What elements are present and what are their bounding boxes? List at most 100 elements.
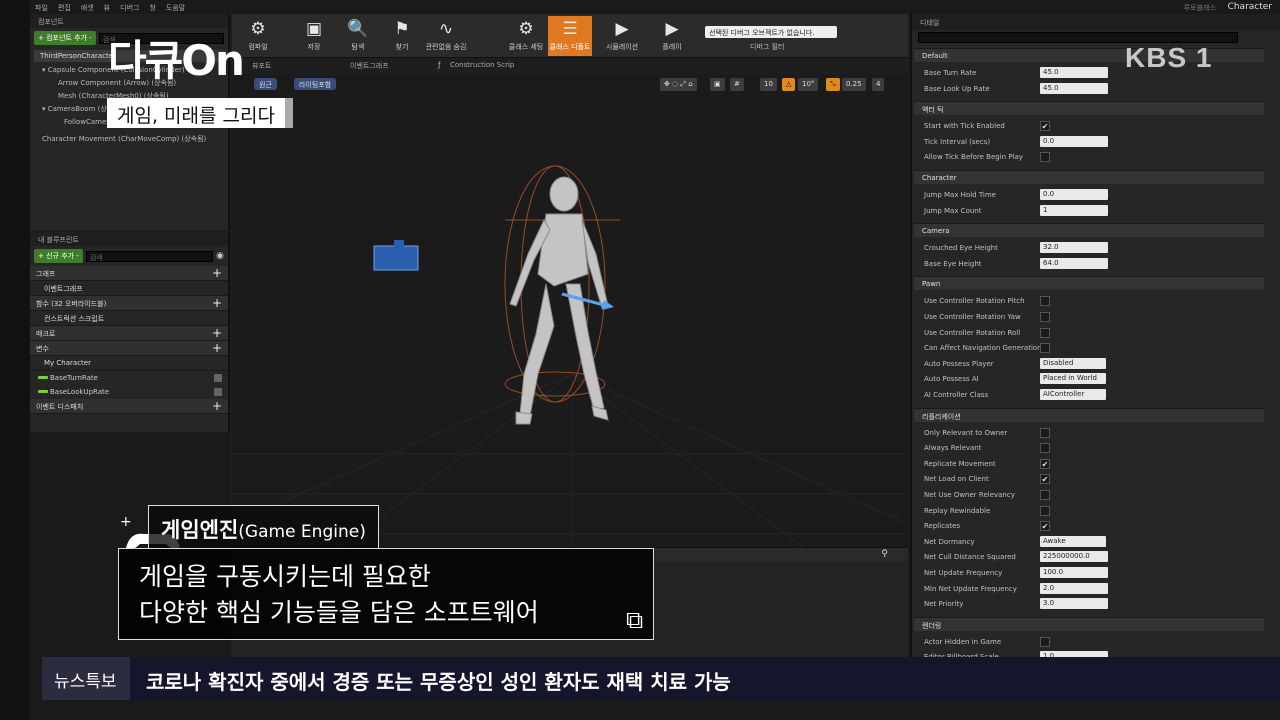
property-value[interactable]: 45.0 [1040, 82, 1108, 94]
eye-icon[interactable]: ◉ [216, 251, 224, 261]
details-category[interactable]: 액터 틱 [914, 101, 1264, 116]
property-value[interactable]: 64.0 [1040, 257, 1108, 269]
tab-event-graph[interactable]: 이벤트그래프 [350, 61, 389, 71]
blueprint-section[interactable]: 함수 (32 오버라이드블) + [30, 296, 228, 311]
property-value[interactable]: 45.0 [1040, 67, 1108, 78]
add-new-button[interactable]: + 신규 추가 - [34, 249, 83, 263]
property-checkbox[interactable]: ✔ [1040, 474, 1050, 485]
menu-item[interactable]: 뷰 [99, 0, 115, 13]
toolbar-button[interactable]: ▣ 저장 [292, 16, 336, 56]
toolbar-button[interactable]: ▶ 플레이 [650, 16, 694, 56]
debug-object-dropdown[interactable]: 선택된 디버그 오브젝트가 없습니다. [705, 26, 837, 38]
details-category[interactable]: 리플리케이션 [914, 407, 1264, 422]
toolbar-button[interactable]: 🔍 탐색 [336, 16, 380, 56]
component-item[interactable]: Character Movement (CharMoveComp) (상속됨) [36, 133, 222, 146]
toolbar-button[interactable]: ⚙ 클래스 세팅 [504, 16, 548, 56]
property-value[interactable]: 2.0 [1040, 582, 1108, 594]
scale-snap-icon[interactable]: ⤡ [826, 78, 840, 91]
search-icon[interactable]: ⚲ [881, 549, 888, 559]
toolbar-button[interactable]: ☰ 클래스 디폴트 [548, 16, 592, 56]
add-icon[interactable]: + [212, 296, 222, 310]
blueprint-section[interactable]: 변수 + [30, 341, 228, 356]
menu-item[interactable]: 편집 [53, 0, 76, 13]
details-category[interactable]: 렌더링 [914, 616, 1264, 631]
details-category[interactable]: Camera [914, 223, 1264, 238]
add-icon[interactable]: + [212, 326, 222, 340]
property-checkbox[interactable]: ✔ [1040, 458, 1050, 469]
menu-item[interactable]: 애셋 [76, 0, 99, 13]
property-checkbox[interactable] [1040, 152, 1050, 163]
transform-tools[interactable]: ✥ ◌ ⤢ ⌂ [660, 78, 697, 91]
menu-item[interactable]: 도움말 [161, 0, 190, 13]
my-blueprint-tab[interactable]: 내 블루프린트 [30, 232, 228, 246]
blueprint-section[interactable]: My Character [30, 356, 228, 371]
ticker-tag: 뉴스특보 [42, 657, 130, 700]
property-checkbox[interactable] [1040, 343, 1050, 354]
details-tab[interactable]: 디테일 [912, 14, 1280, 30]
property-value[interactable]: 0.0 [1040, 135, 1108, 147]
property-checkbox[interactable] [1040, 312, 1050, 322]
property-checkbox[interactable] [1040, 296, 1050, 307]
grid-size-value[interactable]: 10 [760, 78, 777, 91]
property-dropdown[interactable]: Disabled [1040, 357, 1106, 369]
property-label: Net Update Frequency [924, 569, 1003, 577]
blueprint-section[interactable]: 그래프 + [30, 266, 228, 281]
property-dropdown[interactable]: Placed in World [1040, 373, 1106, 385]
menu-item[interactable]: 디버그 [115, 0, 144, 13]
grid-snap-icon[interactable]: # [730, 78, 744, 91]
camera-speed-value[interactable]: 4 [872, 78, 885, 91]
caption-title: 게임엔진(Game Engine) [148, 505, 379, 549]
blueprint-section[interactable]: 컨스트럭션 스크립트 [30, 311, 228, 326]
details-category[interactable]: Pawn [914, 276, 1264, 291]
components-tab[interactable]: 컴포넌트 [30, 14, 228, 28]
property-checkbox[interactable]: ✔ [1040, 121, 1050, 132]
property-value[interactable]: 0.0 [1040, 189, 1108, 200]
property-value[interactable]: 3.0 [1040, 598, 1108, 610]
property-value[interactable]: 225000000.0 [1040, 551, 1108, 563]
property-dropdown[interactable]: Awake [1040, 535, 1106, 547]
property-value[interactable]: 100.0 [1040, 567, 1108, 578]
visibility-icon[interactable] [214, 374, 222, 382]
blueprint-section[interactable]: 이벤트그래프 [30, 281, 228, 296]
variable-item[interactable]: BaseLookUpRate [30, 385, 228, 399]
property-row: Tick Interval (secs) 0.0 [924, 135, 1264, 149]
property-checkbox[interactable]: ✔ [1040, 521, 1050, 532]
property-checkbox[interactable] [1040, 636, 1050, 647]
blueprint-section[interactable]: 이벤트 디스패처 + [30, 399, 228, 414]
property-row: Base Turn Rate 45.0 [924, 66, 1264, 80]
property-row: Auto Possess AI Placed in World [924, 372, 1264, 386]
scale-snap-value[interactable]: 0.25 [842, 78, 866, 91]
surface-snap-icon[interactable]: ▣ [710, 78, 725, 91]
toolbar-button[interactable]: ∿ 관련없음 숨김 [424, 16, 468, 56]
tab-construction-script[interactable]: Construction Scrip [450, 61, 514, 69]
property-checkbox[interactable] [1040, 427, 1050, 438]
toolbar-button[interactable]: ⚑ 찾기 [380, 16, 424, 56]
viewport[interactable]: 원근 라이팅포함 ✥ ◌ ⤢ ⌂ ▣ # 10 △ 10° ⤡ 0.25 4 [232, 74, 908, 554]
property-label: Actor Hidden in Game [924, 637, 1002, 646]
rotation-snap-icon[interactable]: △ [782, 78, 796, 91]
toolbar-button[interactable]: ▶ 시뮬레이션 [600, 16, 644, 56]
add-icon[interactable]: + [212, 266, 222, 280]
property-dropdown[interactable]: AIController [1040, 389, 1106, 400]
property-checkbox[interactable] [1040, 443, 1050, 454]
property-checkbox[interactable] [1040, 505, 1050, 516]
menu-item[interactable]: 파일 [30, 0, 53, 13]
menu-item[interactable]: 창 [144, 0, 160, 13]
add-icon[interactable]: + [212, 399, 222, 413]
variable-item[interactable]: BaseTurnRate [30, 371, 228, 385]
property-checkbox[interactable] [1040, 490, 1050, 500]
blueprint-search-input[interactable]: 검색 [85, 250, 214, 262]
property-value[interactable]: 32.0 [1040, 242, 1108, 254]
lighting-button[interactable]: 라이팅포함 [294, 78, 337, 90]
program-subtitle: 게임, 미래를 그리다 [107, 98, 293, 128]
rotation-snap-value[interactable]: 10° [798, 78, 819, 91]
details-category[interactable]: Character [914, 170, 1264, 184]
add-component-button[interactable]: + 컴포넌트 추가 - [34, 31, 96, 45]
blueprint-section[interactable]: 매크로 + [30, 326, 228, 341]
editor-tabs: 뷰포트 이벤트그래프 ƒ Construction Scrip [232, 58, 908, 74]
add-icon[interactable]: + [212, 341, 222, 355]
visibility-icon[interactable] [214, 388, 222, 396]
property-label: Always Relevant [924, 444, 982, 453]
property-checkbox[interactable] [1040, 327, 1050, 338]
property-value[interactable]: 1 [1040, 204, 1108, 216]
